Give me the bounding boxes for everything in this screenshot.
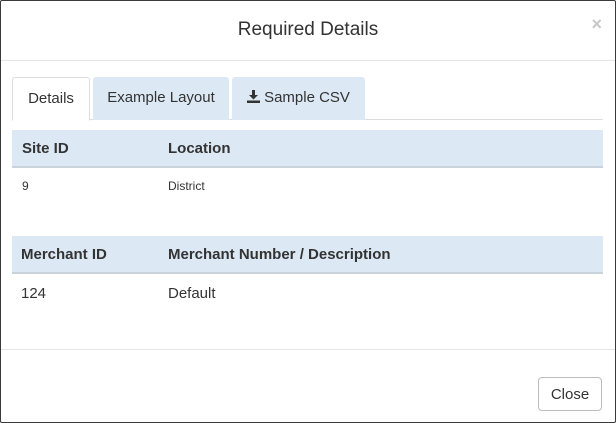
- tab-sample-csv[interactable]: Sample CSV: [232, 77, 365, 120]
- site-id-cell: 9: [22, 179, 29, 193]
- table-row: 9 District: [12, 168, 603, 204]
- table-row: 124 Default: [12, 274, 603, 314]
- download-icon: [247, 90, 261, 103]
- column-header-merchant-number: Merchant Number / Description: [168, 246, 391, 263]
- merchant-id-cell: 124: [21, 285, 47, 302]
- merchant-table: Merchant ID Merchant Number / Descriptio…: [12, 236, 603, 314]
- close-button[interactable]: Close: [538, 377, 602, 411]
- modal-footer: Close: [1, 349, 615, 422]
- site-table-header: Site ID Location: [12, 130, 603, 168]
- modal-title: Required Details: [237, 19, 379, 40]
- tab-details[interactable]: Details: [12, 77, 90, 121]
- location-cell: District: [168, 179, 205, 193]
- modal-header: Required Details ×: [1, 1, 615, 61]
- tab-bar: Details Example Layout Sample CSV: [12, 77, 603, 121]
- column-header-location: Location: [168, 140, 231, 157]
- tab-example-layout[interactable]: Example Layout: [93, 77, 229, 120]
- column-header-site-id: Site ID: [22, 140, 69, 157]
- tab-example-layout-label: Example Layout: [107, 89, 215, 106]
- merchant-table-header: Merchant ID Merchant Number / Descriptio…: [12, 236, 603, 274]
- required-details-modal: Required Details × Details Example Layou…: [0, 0, 616, 423]
- tab-sample-csv-label: Sample CSV: [264, 89, 350, 106]
- tab-details-label: Details: [28, 90, 74, 107]
- merchant-description-cell: Default: [168, 285, 216, 302]
- site-table: Site ID Location 9 District: [12, 130, 603, 204]
- column-header-merchant-id: Merchant ID: [21, 246, 107, 263]
- close-icon[interactable]: ×: [591, 15, 602, 33]
